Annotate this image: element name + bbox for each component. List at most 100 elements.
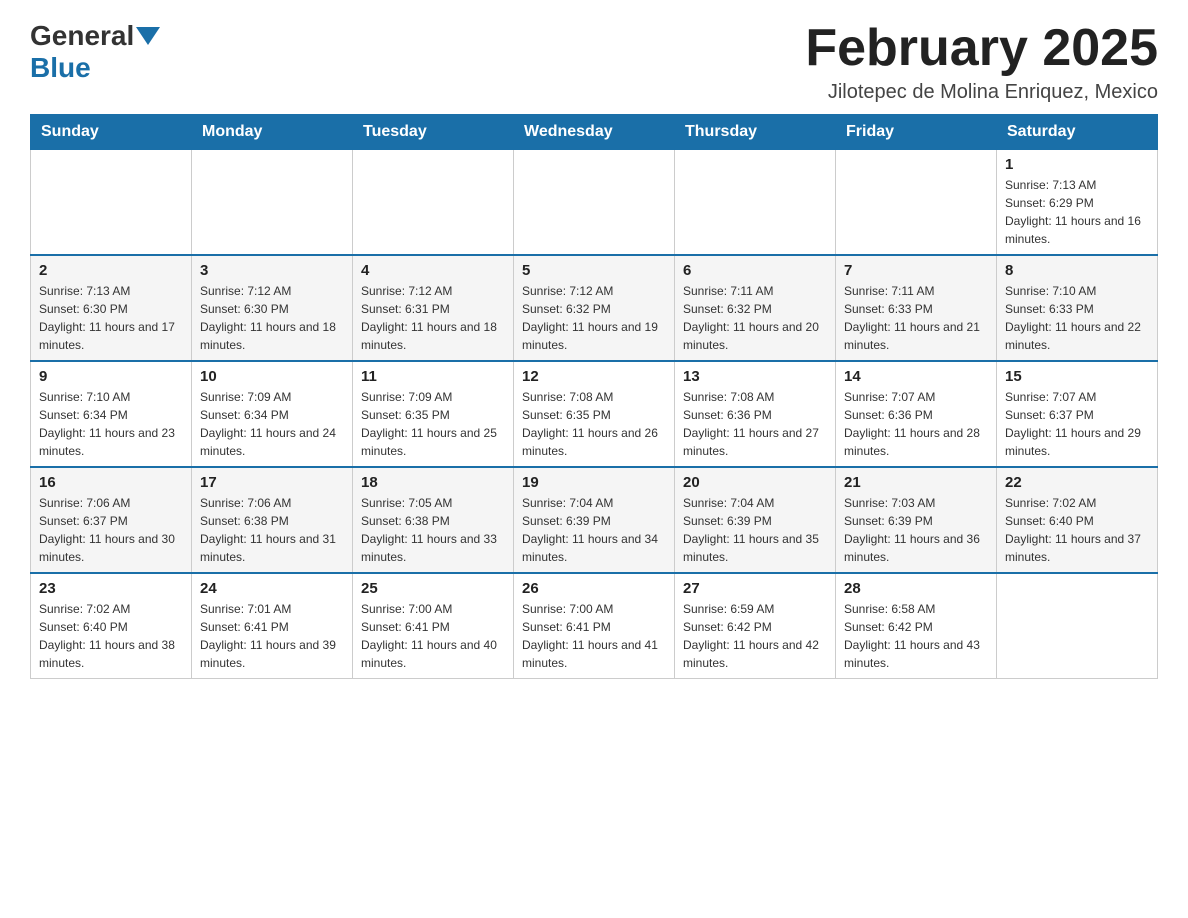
calendar-table: Sunday Monday Tuesday Wednesday Thursday…	[30, 114, 1158, 679]
day-info-text: Daylight: 11 hours and 21 minutes.	[844, 318, 988, 354]
day-info-text: Sunset: 6:29 PM	[1005, 194, 1149, 212]
day-info-text: Daylight: 11 hours and 27 minutes.	[683, 424, 827, 460]
month-title: February 2025	[805, 20, 1158, 77]
day-info-text: Sunrise: 6:59 AM	[683, 600, 827, 618]
day-info-text: Daylight: 11 hours and 22 minutes.	[1005, 318, 1149, 354]
day-info-text: Sunset: 6:30 PM	[200, 300, 344, 318]
day-number: 17	[200, 474, 344, 491]
day-info-text: Sunrise: 7:01 AM	[200, 600, 344, 618]
table-row: 28Sunrise: 6:58 AMSunset: 6:42 PMDayligh…	[836, 573, 997, 679]
day-info-text: Sunset: 6:41 PM	[522, 618, 666, 636]
day-number: 27	[683, 580, 827, 597]
table-row: 13Sunrise: 7:08 AMSunset: 6:36 PMDayligh…	[675, 361, 836, 467]
table-row: 26Sunrise: 7:00 AMSunset: 6:41 PMDayligh…	[514, 573, 675, 679]
day-info-text: Sunset: 6:34 PM	[39, 406, 183, 424]
col-wednesday: Wednesday	[514, 115, 675, 150]
table-row	[31, 150, 192, 256]
logo-triangle-icon	[136, 27, 160, 45]
day-info-text: Sunrise: 7:00 AM	[522, 600, 666, 618]
day-info-text: Sunset: 6:33 PM	[844, 300, 988, 318]
day-number: 12	[522, 368, 666, 385]
table-row: 22Sunrise: 7:02 AMSunset: 6:40 PMDayligh…	[997, 467, 1158, 573]
day-info-text: Daylight: 11 hours and 29 minutes.	[1005, 424, 1149, 460]
table-row	[997, 573, 1158, 679]
day-info-text: Sunset: 6:41 PM	[361, 618, 505, 636]
day-number: 24	[200, 580, 344, 597]
calendar-week-row: 9Sunrise: 7:10 AMSunset: 6:34 PMDaylight…	[31, 361, 1158, 467]
day-info-text: Daylight: 11 hours and 30 minutes.	[39, 530, 183, 566]
table-row	[836, 150, 997, 256]
day-info-text: Daylight: 11 hours and 38 minutes.	[39, 636, 183, 672]
day-info-text: Sunrise: 7:11 AM	[844, 282, 988, 300]
day-info-text: Sunset: 6:35 PM	[522, 406, 666, 424]
table-row	[192, 150, 353, 256]
table-row: 25Sunrise: 7:00 AMSunset: 6:41 PMDayligh…	[353, 573, 514, 679]
day-info-text: Sunset: 6:34 PM	[200, 406, 344, 424]
day-info-text: Sunrise: 7:12 AM	[522, 282, 666, 300]
day-info-text: Sunrise: 7:13 AM	[39, 282, 183, 300]
day-info-text: Daylight: 11 hours and 36 minutes.	[844, 530, 988, 566]
table-row: 24 Sunrise: 7:01 AMSunset: 6:41 PMDayligh…	[192, 573, 353, 679]
day-number: 28	[844, 580, 988, 597]
day-info-text: Sunrise: 7:08 AM	[683, 388, 827, 406]
day-info-text: Daylight: 11 hours and 37 minutes.	[1005, 530, 1149, 566]
day-number: 8	[1005, 262, 1149, 279]
calendar-week-row: 2Sunrise: 7:13 AMSunset: 6:30 PMDaylight…	[31, 255, 1158, 361]
table-row: 7Sunrise: 7:11 AMSunset: 6:33 PMDaylight…	[836, 255, 997, 361]
day-info-text: Sunset: 6:38 PM	[200, 512, 344, 530]
table-row: 8Sunrise: 7:10 AMSunset: 6:33 PMDaylight…	[997, 255, 1158, 361]
day-info-text: Sunrise: 7:09 AM	[200, 388, 344, 406]
day-info-text: Daylight: 11 hours and 25 minutes.	[361, 424, 505, 460]
day-info-text: Sunrise: 7:13 AM	[1005, 176, 1149, 194]
table-row: 23Sunrise: 7:02 AMSunset: 6:40 PMDayligh…	[31, 573, 192, 679]
day-info-text: Sunrise: 7:02 AM	[1005, 494, 1149, 512]
day-info-text: Sunset: 6:39 PM	[683, 512, 827, 530]
table-row: 2Sunrise: 7:13 AMSunset: 6:30 PMDaylight…	[31, 255, 192, 361]
logo-blue-text: Blue	[30, 52, 91, 83]
day-info-text: Sunset: 6:41 PM	[200, 618, 344, 636]
col-tuesday: Tuesday	[353, 115, 514, 150]
day-info-text: Daylight: 11 hours and 28 minutes.	[844, 424, 988, 460]
day-number: 21	[844, 474, 988, 491]
day-info-text: Sunrise: 7:11 AM	[683, 282, 827, 300]
day-number: 9	[39, 368, 183, 385]
day-info-text: Daylight: 11 hours and 42 minutes.	[683, 636, 827, 672]
table-row	[514, 150, 675, 256]
calendar-header-row: Sunday Monday Tuesday Wednesday Thursday…	[31, 115, 1158, 150]
day-number: 1	[1005, 156, 1149, 173]
day-number: 2	[39, 262, 183, 279]
day-info-text: Sunset: 6:32 PM	[683, 300, 827, 318]
day-info-text: Daylight: 11 hours and 33 minutes.	[361, 530, 505, 566]
table-row	[353, 150, 514, 256]
day-info-text: Sunset: 6:36 PM	[683, 406, 827, 424]
day-info-text: Sunrise: 7:08 AM	[522, 388, 666, 406]
day-number: 19	[522, 474, 666, 491]
logo: General Blue	[30, 20, 162, 84]
day-number: 3	[200, 262, 344, 279]
day-number: 18	[361, 474, 505, 491]
day-info-text: Sunset: 6:37 PM	[1005, 406, 1149, 424]
day-info-text: Daylight: 11 hours and 39 minutes.	[200, 636, 344, 672]
day-info-text: Sunset: 6:36 PM	[844, 406, 988, 424]
location-text: Jilotepec de Molina Enriquez, Mexico	[805, 81, 1158, 104]
day-info-text: Daylight: 11 hours and 18 minutes.	[361, 318, 505, 354]
day-info-text: Daylight: 11 hours and 26 minutes.	[522, 424, 666, 460]
day-info-text: Daylight: 11 hours and 24 minutes.	[200, 424, 344, 460]
day-info-text: Sunset: 6:30 PM	[39, 300, 183, 318]
table-row: 15Sunrise: 7:07 AMSunset: 6:37 PMDayligh…	[997, 361, 1158, 467]
page-header: General Blue February 2025 Jilotepec de …	[30, 20, 1158, 104]
day-info-text: Sunset: 6:40 PM	[39, 618, 183, 636]
table-row: 9Sunrise: 7:10 AMSunset: 6:34 PMDaylight…	[31, 361, 192, 467]
day-info-text: Daylight: 11 hours and 31 minutes.	[200, 530, 344, 566]
table-row: 1 Sunrise: 7:13 AMSunset: 6:29 PMDaylight…	[997, 150, 1158, 256]
day-info-text: Daylight: 11 hours and 43 minutes.	[844, 636, 988, 672]
day-number: 4	[361, 262, 505, 279]
day-info-text: Sunrise: 7:12 AM	[361, 282, 505, 300]
day-info-text: Sunrise: 7:06 AM	[200, 494, 344, 512]
day-info-text: Daylight: 11 hours and 35 minutes.	[683, 530, 827, 566]
day-info-text: Sunset: 6:33 PM	[1005, 300, 1149, 318]
day-info-text: Daylight: 11 hours and 16 minutes.	[1005, 212, 1149, 248]
table-row: 27Sunrise: 6:59 AMSunset: 6:42 PMDayligh…	[675, 573, 836, 679]
table-row: 19Sunrise: 7:04 AMSunset: 6:39 PMDayligh…	[514, 467, 675, 573]
table-row: 10Sunrise: 7:09 AMSunset: 6:34 PMDayligh…	[192, 361, 353, 467]
